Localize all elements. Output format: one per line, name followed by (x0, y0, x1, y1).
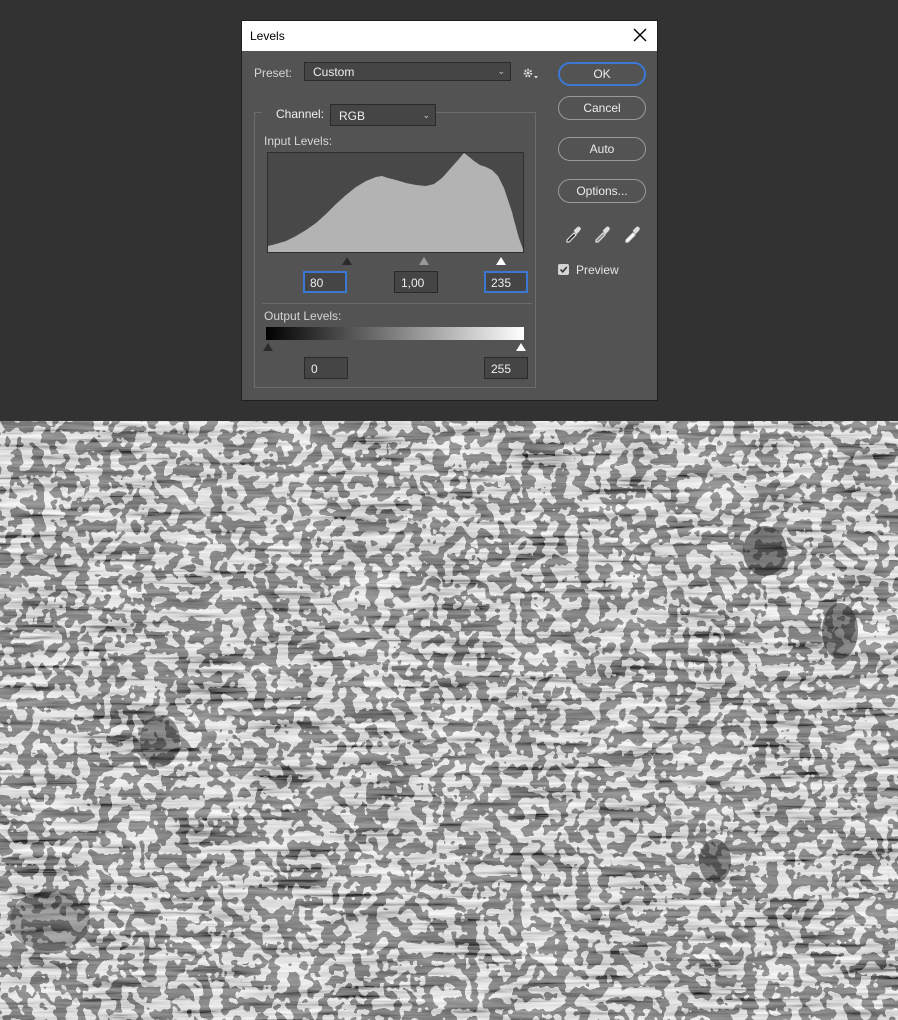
output-levels-label: Output Levels: (264, 309, 342, 323)
levels-dialog: Levels Preset: Custom ⌄ OK Cancel Auto O… (241, 20, 658, 401)
output-gradient (266, 327, 524, 340)
preset-label: Preset: (254, 66, 293, 80)
grunge-texture (0, 421, 898, 1020)
dialog-title: Levels (250, 29, 285, 43)
histogram-graph (268, 153, 523, 252)
close-icon[interactable] (631, 26, 649, 44)
channel-select[interactable]: RGB ⌄ (330, 104, 436, 126)
input-gamma-field[interactable]: 1,00 (394, 271, 438, 293)
input-levels-label: Input Levels: (264, 134, 333, 148)
gray-eyedropper-icon[interactable] (592, 224, 612, 244)
gear-icon[interactable] (522, 67, 540, 81)
output-white-field[interactable]: 255 (484, 357, 528, 379)
canvas-image[interactable] (0, 421, 898, 1020)
input-black-field[interactable]: 80 (303, 271, 347, 293)
checkbox-check-icon (559, 266, 568, 273)
histogram (267, 152, 524, 253)
preset-select[interactable]: Custom ⌄ (304, 62, 511, 81)
output-black-slider[interactable] (263, 343, 273, 351)
auto-button[interactable]: Auto (558, 137, 646, 161)
white-eyedropper-icon[interactable] (622, 224, 642, 244)
input-black-slider[interactable] (342, 257, 352, 265)
channel-label: Channel: (276, 107, 325, 121)
preview-checkbox[interactable] (558, 264, 569, 275)
preview-label: Preview (576, 263, 619, 277)
input-white-field[interactable]: 235 (484, 271, 528, 293)
input-white-slider[interactable] (496, 257, 506, 265)
ok-button[interactable]: OK (558, 62, 646, 86)
divider (262, 303, 532, 304)
preset-value: Custom (313, 65, 355, 79)
dialog-titlebar[interactable]: Levels (242, 21, 657, 51)
chevron-down-icon: ⌄ (497, 66, 505, 76)
chevron-down-icon: ⌄ (422, 110, 430, 120)
output-white-slider[interactable] (516, 343, 526, 351)
options-button[interactable]: Options... (558, 179, 646, 203)
cancel-button[interactable]: Cancel (558, 96, 646, 120)
output-black-field[interactable]: 0 (304, 357, 348, 379)
input-gamma-slider[interactable] (419, 257, 429, 265)
channel-value: RGB (339, 109, 366, 123)
black-eyedropper-icon[interactable] (563, 224, 583, 244)
